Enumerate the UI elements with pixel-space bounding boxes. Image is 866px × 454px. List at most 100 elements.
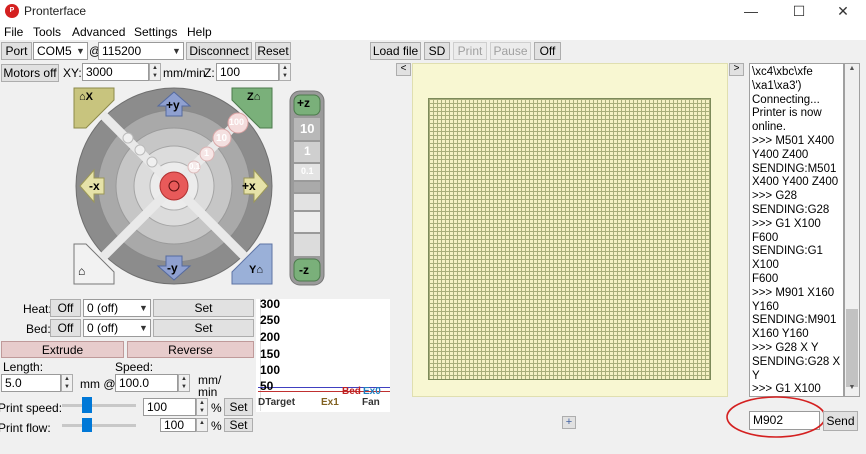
print-bed-grid[interactable]: [428, 98, 711, 380]
graph-tick: 300: [260, 297, 281, 311]
print-speed-set-button[interactable]: Set: [224, 398, 253, 416]
extrude-button[interactable]: Extrude: [1, 341, 124, 358]
graph-tick: 100: [260, 363, 281, 377]
z-step-1-down-button: [294, 212, 320, 232]
home-x-icon[interactable]: ⌂X: [79, 91, 93, 103]
home-all-icon[interactable]: ⌂: [78, 264, 85, 278]
menu-help[interactable]: Help: [187, 25, 212, 39]
z-plus-label[interactable]: +z: [297, 96, 310, 110]
graph-tick: 50: [260, 379, 274, 393]
heat-off-button[interactable]: Off: [50, 299, 81, 317]
disconnect-button[interactable]: Disconnect: [186, 42, 252, 60]
z-step-01-down-button: [294, 194, 320, 210]
menu-tools[interactable]: Tools: [33, 25, 61, 39]
bed-set-button[interactable]: Set: [153, 319, 254, 337]
menu-file[interactable]: File: [4, 25, 23, 39]
legend-ex1: Ex1: [321, 397, 339, 408]
print-flow-input[interactable]: 100: [160, 418, 196, 432]
step-10-label[interactable]: 10: [216, 133, 227, 144]
length-label: Length:: [3, 360, 44, 374]
mm-min-label: mm/min: [163, 66, 206, 80]
chevron-down-icon: ▼: [139, 303, 148, 313]
close-icon[interactable]: ✕: [820, 0, 866, 22]
percent-label: %: [211, 401, 222, 415]
minus-y-label[interactable]: -y: [167, 261, 178, 275]
z-feedrate-input[interactable]: 100: [216, 63, 279, 81]
z-minus-label[interactable]: -z: [299, 263, 309, 277]
mm-at-label: mm @: [80, 377, 116, 391]
xy-feedrate-input[interactable]: 3000: [82, 63, 149, 81]
bed-off-button[interactable]: Off: [50, 319, 81, 337]
maximize-icon[interactable]: ☐: [776, 0, 822, 22]
chevron-down-icon: ▼: [76, 46, 85, 56]
load-file-button[interactable]: Load file: [370, 42, 421, 60]
step-100-label[interactable]: 100: [229, 117, 244, 127]
z-jog-control[interactable]: [289, 90, 325, 286]
step-marker: [122, 132, 134, 144]
print-flow-stepper[interactable]: ▲: [196, 418, 208, 432]
print-speed-slider-track[interactable]: [62, 404, 136, 407]
print-flow-slider-track[interactable]: [62, 424, 136, 427]
xy-label: XY:: [63, 66, 82, 80]
home-z-icon[interactable]: Z⌂: [247, 91, 260, 103]
graph-tick: 200: [260, 330, 281, 344]
plus-button[interactable]: +: [562, 416, 576, 429]
step-marker: [146, 156, 158, 168]
step-marker: [134, 144, 146, 156]
unit-min-label: min: [198, 385, 218, 399]
length-stepper[interactable]: ▲ ▼: [61, 374, 73, 392]
window-title: Pronterface: [24, 4, 87, 18]
legend-fan: Fan: [362, 397, 380, 408]
send-button[interactable]: Send: [823, 411, 858, 431]
step-01-label[interactable]: 0.1: [189, 162, 200, 171]
reset-button[interactable]: Reset: [255, 42, 291, 60]
z-label: Z:: [204, 66, 215, 80]
percent-label: %: [211, 419, 222, 433]
print-button[interactable]: Print: [453, 42, 487, 60]
menu-settings[interactable]: Settings: [134, 25, 177, 39]
graph-tick: 150: [260, 347, 281, 361]
graph-tick: 250: [260, 313, 281, 327]
print-speed-label: Print speed:: [0, 401, 63, 415]
home-y-icon[interactable]: Y⌂: [249, 264, 263, 276]
plus-x-label[interactable]: +x: [242, 179, 256, 193]
heat-set-button[interactable]: Set: [153, 299, 254, 317]
print-speed-input[interactable]: 100: [143, 398, 196, 416]
minus-x-label[interactable]: -x: [89, 179, 100, 193]
menu-advanced[interactable]: Advanced: [72, 25, 125, 39]
heat-label: Heat:: [23, 302, 52, 316]
minimize-icon[interactable]: —: [728, 0, 774, 22]
z-step-10-label[interactable]: 10: [300, 121, 314, 136]
annotation-circle: [726, 396, 826, 438]
port-button[interactable]: Port: [1, 42, 32, 60]
off-button[interactable]: Off: [534, 42, 561, 60]
z-step-1-label[interactable]: 1: [304, 144, 311, 158]
print-speed-stepper[interactable]: ▲ ▼: [196, 398, 208, 416]
plus-y-label[interactable]: +y: [166, 98, 180, 112]
chevron-down-icon: ▼: [139, 323, 148, 333]
print-speed-slider-thumb[interactable]: [82, 397, 93, 413]
speed-input[interactable]: 100.0: [115, 374, 178, 392]
sd-button[interactable]: SD: [424, 42, 450, 60]
length-input[interactable]: 5.0: [1, 374, 61, 392]
right-arrow-button[interactable]: >: [729, 63, 744, 76]
menu-bar: [0, 22, 866, 40]
motors-off-button[interactable]: Motors off: [1, 64, 59, 82]
z-step-10-down-button: [294, 234, 320, 256]
z-step-01-label[interactable]: 0.1: [301, 166, 314, 176]
horizontal-scrollbar[interactable]: [0, 432, 600, 446]
jog-center: [159, 171, 189, 201]
legend-target: DTarget: [258, 397, 296, 408]
left-arrow-button[interactable]: <: [396, 63, 411, 76]
pronterface-icon: P: [5, 4, 19, 18]
speed-stepper[interactable]: ▲ ▼: [178, 374, 190, 392]
print-flow-set-button[interactable]: Set: [224, 418, 253, 432]
legend-bed: Bed: [342, 386, 361, 397]
console-scrollbar[interactable]: ▲ ▼: [844, 63, 860, 397]
reverse-button[interactable]: Reverse: [127, 341, 254, 358]
z-feedrate-stepper[interactable]: ▲ ▼: [279, 63, 291, 81]
pause-button[interactable]: Pause: [490, 42, 531, 60]
print-flow-slider-thumb[interactable]: [82, 418, 93, 432]
step-1-label[interactable]: 1: [204, 148, 209, 158]
xy-feedrate-stepper[interactable]: ▲ ▼: [149, 63, 161, 81]
